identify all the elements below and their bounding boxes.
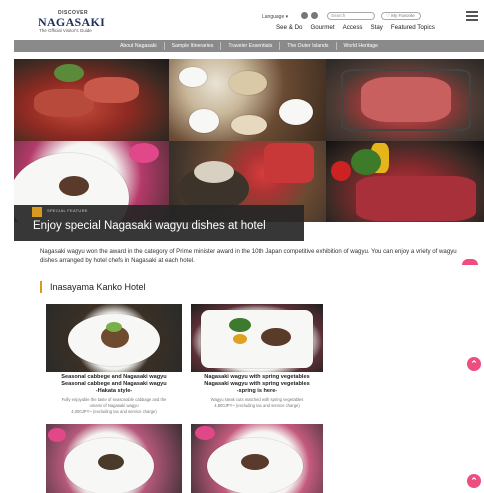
hero-image-roast-beef — [14, 59, 169, 141]
chevron-up-icon: ⌃ — [470, 359, 478, 369]
nav-world-heritage[interactable]: World Heritage — [335, 42, 386, 50]
instagram-icon[interactable] — [311, 12, 318, 19]
subnav-gourmet[interactable]: Gourmet — [310, 24, 334, 31]
subnav-featured-topics[interactable]: Featured Topics — [391, 24, 435, 31]
dish-image-1[interactable] — [46, 304, 182, 372]
dish-image-4[interactable] — [191, 424, 323, 493]
dish-desc-1-line3: 4,000JPY~ (excluding tax and service cha… — [71, 409, 157, 414]
intro-text: Nagasaki wagyu won the award in the cate… — [40, 248, 457, 264]
site-logo[interactable]: DISCOVER NAGASAKI The Official Visitor's… — [38, 10, 105, 36]
hamburger-icon[interactable] — [466, 11, 478, 21]
dish-card-3[interactable] — [46, 424, 182, 493]
facebook-icon[interactable] — [301, 12, 308, 19]
hero-image-grilled-wagyu — [326, 59, 484, 141]
section-title: Inasayama Kanko Hotel — [40, 281, 146, 293]
hero-caption: SPECIAL FEATURE Enjoy special Nagasaki w… — [14, 205, 304, 241]
hero-small-label: SPECIAL FEATURE — [47, 208, 88, 213]
chevron-up-icon: ⌃ — [470, 476, 478, 486]
feature-badge-icon — [32, 207, 42, 217]
language-selector[interactable]: Language ▾ — [262, 14, 288, 20]
language-label: Language — [262, 14, 285, 20]
nav-outer-islands[interactable]: The Outer Islands — [279, 42, 335, 50]
subnav-access[interactable]: Access — [343, 24, 363, 31]
dish-image-2[interactable] — [191, 304, 323, 372]
dish-desc-2-line2: 4,800JPY~ (excluding tax and service cha… — [214, 403, 300, 408]
search-placeholder: Search — [331, 13, 346, 18]
hero-collage — [14, 59, 484, 222]
search-input[interactable]: Search — [327, 12, 375, 20]
site-header: DISCOVER NAGASAKI The Official Visitor's… — [0, 0, 484, 38]
main-nav: About Nagasaki Sample Itineraries Travel… — [14, 40, 484, 52]
dish-image-3[interactable] — [46, 424, 182, 493]
hero-title: Enjoy special Nagasaki wagyu dishes at h… — [33, 220, 266, 232]
dish-card-1[interactable]: Seasonal cabbege and Nagasaki wagyu Seas… — [46, 304, 182, 414]
hero-image-kaiseki-set — [169, 59, 326, 141]
nav-traveler-essentials[interactable]: Traveler Essentials — [220, 42, 279, 50]
hero-image-sliced-steak — [326, 141, 484, 222]
favorite-label: My Favorite — [391, 13, 415, 18]
header-subnav: See & Do Gourmet Access Stay Featured To… — [276, 24, 435, 31]
scroll-top-button[interactable]: ⌃ — [467, 357, 481, 371]
scroll-top-button-2[interactable]: ⌃ — [467, 474, 481, 488]
nav-about-nagasaki[interactable]: About Nagasaki — [113, 42, 164, 50]
subnav-see-do[interactable]: See & Do — [276, 24, 302, 31]
subnav-stay[interactable]: Stay — [371, 24, 383, 31]
dish-card-2[interactable]: Nagasaki wagyu with spring vegetables Na… — [191, 304, 323, 414]
floating-pink-tab[interactable] — [462, 259, 478, 265]
dish-title-1-line3: -Hakata style- — [95, 388, 133, 394]
dish-title-2-line3: -spring is here- — [236, 388, 278, 394]
dish-card-4[interactable] — [191, 424, 323, 493]
logo-subtitle: The Official Visitor's Guide — [39, 28, 92, 33]
my-favorite-button[interactable]: ♡ My Favorite — [381, 12, 421, 20]
nav-sample-itineraries[interactable]: Sample Itineraries — [163, 42, 221, 50]
